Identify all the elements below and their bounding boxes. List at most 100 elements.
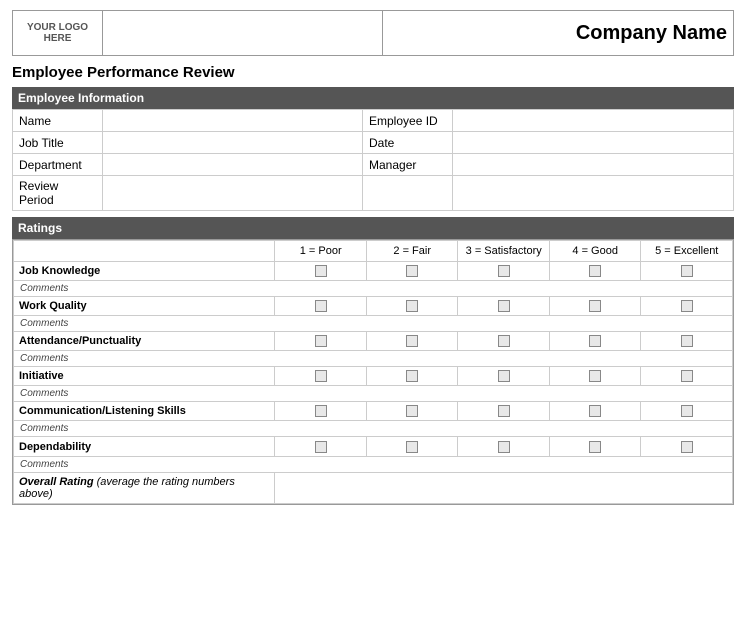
checkbox[interactable] — [498, 265, 510, 277]
initiative-1[interactable] — [275, 367, 367, 386]
checkbox[interactable] — [498, 335, 510, 347]
dependability-5[interactable] — [641, 437, 733, 456]
initiative-comments[interactable]: Comments — [14, 386, 733, 402]
info-row-4: Review Period — [13, 176, 734, 211]
dependability-1[interactable] — [275, 437, 367, 456]
attendance-4[interactable] — [549, 332, 641, 351]
checkbox[interactable] — [406, 335, 418, 347]
dependability-comments[interactable]: Comments — [14, 456, 733, 472]
checkbox[interactable] — [681, 300, 693, 312]
job-knowledge-4[interactable] — [549, 262, 641, 281]
review-period-value[interactable] — [103, 176, 363, 211]
info-row-2: Job Title Date — [13, 132, 734, 154]
work-quality-1[interactable] — [275, 297, 367, 316]
communication-1[interactable] — [275, 402, 367, 421]
ratings-header: Ratings — [12, 217, 734, 239]
work-quality-4[interactable] — [549, 297, 641, 316]
date-value[interactable] — [453, 132, 734, 154]
initiative-2[interactable] — [366, 367, 458, 386]
checkbox[interactable] — [681, 370, 693, 382]
table-row: Comments — [14, 456, 733, 472]
checkbox[interactable] — [498, 370, 510, 382]
checkbox[interactable] — [315, 441, 327, 453]
checkbox[interactable] — [681, 265, 693, 277]
initiative-5[interactable] — [641, 367, 733, 386]
checkbox[interactable] — [406, 405, 418, 417]
header-table: YOUR LOGO HERE Company Name — [12, 10, 734, 56]
attendance-5[interactable] — [641, 332, 733, 351]
checkbox[interactable] — [589, 441, 601, 453]
work-quality-2[interactable] — [366, 297, 458, 316]
table-row: Comments — [14, 281, 733, 297]
work-quality-label: Work Quality — [14, 297, 275, 316]
table-row: Comments — [14, 421, 733, 437]
checkbox[interactable] — [498, 300, 510, 312]
job-knowledge-3[interactable] — [458, 262, 550, 281]
col-header-2: 2 = Fair — [366, 241, 458, 262]
name-value[interactable] — [103, 110, 363, 132]
initiative-4[interactable] — [549, 367, 641, 386]
department-value[interactable] — [103, 154, 363, 176]
table-row: Dependability — [14, 437, 733, 456]
table-row: Job Knowledge — [14, 262, 733, 281]
overall-rating-value[interactable] — [275, 472, 733, 503]
communication-label: Communication/Listening Skills — [14, 402, 275, 421]
communication-4[interactable] — [549, 402, 641, 421]
checkbox[interactable] — [315, 300, 327, 312]
manager-label: Manager — [363, 154, 453, 176]
job-knowledge-2[interactable] — [366, 262, 458, 281]
job-knowledge-label: Job Knowledge — [14, 262, 275, 281]
checkbox[interactable] — [315, 405, 327, 417]
review-period-right-label — [363, 176, 453, 211]
dependability-label: Dependability — [14, 437, 275, 456]
checkbox[interactable] — [589, 335, 601, 347]
communication-comments[interactable]: Comments — [14, 421, 733, 437]
checkbox[interactable] — [498, 441, 510, 453]
initiative-3[interactable] — [458, 367, 550, 386]
attendance-3[interactable] — [458, 332, 550, 351]
attendance-comments[interactable]: Comments — [14, 351, 733, 367]
job-knowledge-comments[interactable]: Comments — [14, 281, 733, 297]
checkbox[interactable] — [589, 405, 601, 417]
checkbox[interactable] — [681, 441, 693, 453]
work-quality-5[interactable] — [641, 297, 733, 316]
communication-5[interactable] — [641, 402, 733, 421]
dependability-4[interactable] — [549, 437, 641, 456]
manager-value[interactable] — [453, 154, 734, 176]
communication-2[interactable] — [366, 402, 458, 421]
employee-id-value[interactable] — [453, 110, 734, 132]
job-knowledge-1[interactable] — [275, 262, 367, 281]
job-knowledge-5[interactable] — [641, 262, 733, 281]
checkbox[interactable] — [406, 441, 418, 453]
checkbox[interactable] — [406, 370, 418, 382]
communication-3[interactable] — [458, 402, 550, 421]
logo-cell: YOUR LOGO HERE — [13, 11, 103, 56]
checkbox[interactable] — [315, 335, 327, 347]
attendance-2[interactable] — [366, 332, 458, 351]
employee-id-label: Employee ID — [363, 110, 453, 132]
checkbox[interactable] — [315, 370, 327, 382]
checkbox[interactable] — [589, 300, 601, 312]
col-header-3: 3 = Satisfactory — [458, 241, 550, 262]
checkbox[interactable] — [681, 405, 693, 417]
checkbox[interactable] — [498, 405, 510, 417]
attendance-1[interactable] — [275, 332, 367, 351]
checkbox[interactable] — [589, 370, 601, 382]
checkbox[interactable] — [406, 300, 418, 312]
work-quality-comments[interactable]: Comments — [14, 316, 733, 332]
work-quality-3[interactable] — [458, 297, 550, 316]
checkbox[interactable] — [589, 265, 601, 277]
checkbox[interactable] — [315, 265, 327, 277]
page: YOUR LOGO HERE Company Name Employee Per… — [0, 0, 746, 515]
department-label: Department — [13, 154, 103, 176]
col-header-5: 5 = Excellent — [641, 241, 733, 262]
dependability-3[interactable] — [458, 437, 550, 456]
checkbox[interactable] — [681, 335, 693, 347]
checkbox[interactable] — [406, 265, 418, 277]
date-label: Date — [363, 132, 453, 154]
job-title-value[interactable] — [103, 132, 363, 154]
header-middle-cell — [103, 11, 383, 56]
dependability-2[interactable] — [366, 437, 458, 456]
col-header-1: 1 = Poor — [275, 241, 367, 262]
table-row: Comments — [14, 386, 733, 402]
